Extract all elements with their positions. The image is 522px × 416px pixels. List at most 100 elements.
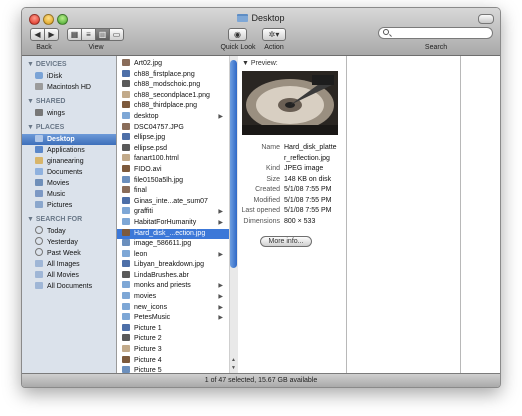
metadata-value: 5/1/08 7:55 PM <box>284 207 332 214</box>
file-list-item[interactable]: ellipse.jpg <box>117 133 229 144</box>
sidebar-item-past-week[interactable]: Past Week <box>22 248 116 259</box>
sidebar-item-label: wings <box>47 110 65 117</box>
network-computer-icon <box>35 109 43 116</box>
file-icon <box>122 133 130 141</box>
list-view-button[interactable]: ≡ <box>81 28 96 41</box>
folder-list-item[interactable]: monks and priests ▶ <box>117 281 229 292</box>
folder-icon <box>122 302 130 310</box>
documents-icon <box>35 168 43 175</box>
file-list-item[interactable]: ch88_modschoic.png <box>117 80 229 91</box>
disclosure-arrow-icon: ▶ <box>218 209 223 216</box>
sidebar-item-all-movies[interactable]: All Movies <box>22 270 116 281</box>
more-info-button[interactable]: More info... <box>260 236 312 247</box>
forward-arrow-icon: ▶ <box>48 30 55 39</box>
file-list-item[interactable]: Picture 3 <box>117 345 229 356</box>
more-info-label: More info... <box>268 238 304 245</box>
sidebar-item-pictures[interactable]: Pictures <box>22 200 116 211</box>
sidebar-item-ginanearing[interactable]: ginanearing <box>22 156 116 167</box>
file-list-item[interactable]: ch88_thirdplace.png <box>117 101 229 112</box>
metadata-value: 148 KB on disk <box>284 175 332 183</box>
icon-view-button[interactable]: ▦ <box>67 28 82 41</box>
file-list-item[interactable]: final <box>117 186 229 197</box>
file-list-item[interactable]: fanart100.html <box>117 154 229 165</box>
column-view-button[interactable]: ▥ <box>95 28 110 41</box>
hard-drive-icon <box>35 83 43 90</box>
scroll-up-arrow-icon[interactable]: ▲ <box>231 357 236 363</box>
back-button[interactable]: ◀ <box>30 28 45 41</box>
scroll-down-arrow-icon[interactable]: ▼ <box>231 365 236 371</box>
file-list-item[interactable]: ch88_firstplace.png <box>117 69 229 81</box>
metadata-key: Name <box>261 144 280 151</box>
coverflow-icon: ▭ <box>112 30 121 39</box>
search-label: Search <box>424 44 448 51</box>
sidebar-item-movies[interactable]: Movies <box>22 178 116 189</box>
file-icon <box>122 69 130 77</box>
file-list-item[interactable]: DSC04757.JPG <box>117 122 229 134</box>
file-list-item[interactable]: Picture 2 <box>117 334 229 345</box>
sidebar-item-all-images[interactable]: All Images <box>22 259 116 270</box>
disclosure-arrow-icon: ▶ <box>218 283 223 290</box>
metadata-key: Modified <box>253 196 280 204</box>
file-name: Picture 2 <box>134 335 162 343</box>
file-list-item[interactable]: Art02.jpg <box>117 59 229 70</box>
disclosure-arrow-icon: ▶ <box>218 251 223 258</box>
sidebar-item-yesterday[interactable]: Yesterday <box>22 237 116 248</box>
file-icon <box>122 122 130 130</box>
file-list-item[interactable]: Hard_disk_...ection.jpg <box>117 228 229 240</box>
file-list-item[interactable]: file0150a5lh.jpg <box>117 175 229 187</box>
sidebar-item-all-documents[interactable]: All Documents <box>22 281 116 292</box>
file-name: graffiti <box>134 208 153 216</box>
file-icon <box>122 239 130 247</box>
metadata-key: Dimensions <box>243 217 280 225</box>
sidebar-item-applications[interactable]: Applications <box>22 145 116 156</box>
file-list-item[interactable]: FIDO.avi <box>117 164 229 176</box>
folder-list-item[interactable]: graffiti ▶ <box>117 207 229 218</box>
hard-disk-platter-image <box>242 71 338 135</box>
file-icon <box>122 90 130 98</box>
file-name: ch88_modschoic.png <box>134 81 201 89</box>
coverflow-view-button[interactable]: ▭ <box>109 28 124 41</box>
sidebar-item-label: iDisk <box>47 73 63 80</box>
file-icon <box>122 164 130 172</box>
file-list-item[interactable]: ch88_secondplace1.png <box>117 90 229 102</box>
sidebar-item-idisk[interactable]: iDisk <box>22 71 116 82</box>
folder-list-item[interactable]: HabitatForHumanity ▶ <box>117 217 229 229</box>
folder-list-item[interactable]: movies ▶ <box>117 292 229 303</box>
disclosure-arrow-icon: ▶ <box>218 304 223 311</box>
folder-list-item[interactable]: PetesMusic ▶ <box>117 313 229 324</box>
window-title: Desktop <box>22 13 500 23</box>
sidebar-item-documents[interactable]: Documents <box>22 167 116 178</box>
file-list-item[interactable]: ellipse.psd <box>117 143 229 155</box>
file-list-item[interactable]: Picture 4 <box>117 355 229 367</box>
file-list-item[interactable]: Libyan_breakdown.jpg <box>117 260 229 271</box>
action-button[interactable]: ✲▾ <box>262 28 286 41</box>
folder-list-item[interactable]: new_icons ▶ <box>117 302 229 314</box>
sidebar-item-music[interactable]: Music <box>22 189 116 200</box>
file-icon <box>122 228 130 236</box>
quick-look-button[interactable]: ◉ <box>228 28 247 41</box>
forward-button[interactable]: ▶ <box>44 28 59 41</box>
smart-folder-icon <box>35 282 43 289</box>
metadata-value: r_reflection.jpg <box>284 154 330 162</box>
file-list-item[interactable]: image_586611.jpg <box>117 239 229 250</box>
file-name: fanart100.html <box>134 155 179 163</box>
folder-list-item[interactable]: desktop ▶ <box>117 111 229 123</box>
scrollbar-thumb[interactable] <box>230 60 237 268</box>
file-list-item[interactable]: Picture 1 <box>117 323 229 335</box>
file-column-scrollbar[interactable]: ▲ ▼ <box>229 56 238 373</box>
toolbar-toggle-button[interactable] <box>478 14 494 24</box>
sidebar-item-wings[interactable]: wings <box>22 108 116 119</box>
file-list-item[interactable]: LindaBrushes.abr <box>117 270 229 282</box>
file-name: DSC04757.JPG <box>134 123 184 131</box>
file-list-item[interactable]: Picture 5 <box>117 366 229 373</box>
file-name: HabitatForHumanity <box>134 218 197 226</box>
file-icon <box>122 323 130 331</box>
folder-list-item[interactable]: leon ▶ <box>117 249 229 261</box>
file-list-item[interactable]: Ginas_inte...ate_sum07 <box>117 196 229 208</box>
sidebar-item-desktop[interactable]: Desktop <box>22 134 116 145</box>
sidebar-item-today[interactable]: Today <box>22 226 116 237</box>
search-input[interactable] <box>378 27 493 39</box>
icon-view-icon: ▦ <box>70 30 79 39</box>
file-icon <box>122 334 130 342</box>
sidebar-item-macintosh-hd[interactable]: Macintosh HD <box>22 82 116 93</box>
